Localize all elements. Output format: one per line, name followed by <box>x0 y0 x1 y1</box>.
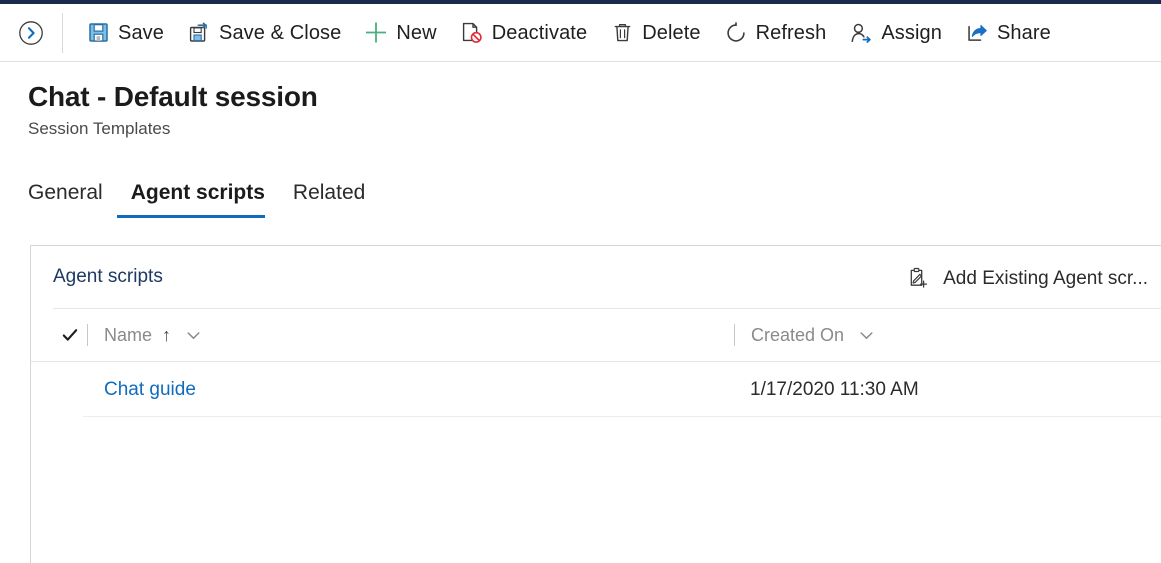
page-subtitle: Session Templates <box>28 119 171 138</box>
add-existing-agent-script-button[interactable]: Add Existing Agent scr... <box>901 260 1152 296</box>
save-button-label: Save <box>118 21 164 44</box>
grid-column-headers: Name ↑ Created On <box>31 309 1161 362</box>
page-title: Chat - Default session <box>28 81 318 112</box>
deactivate-button[interactable]: Deactivate <box>449 11 600 55</box>
delete-button-label: Delete <box>642 21 701 44</box>
tab-general[interactable]: General <box>28 180 117 218</box>
refresh-button-label: Refresh <box>755 21 827 44</box>
sort-ascending-icon: ↑ <box>162 325 172 345</box>
chevron-down-icon[interactable] <box>185 327 202 344</box>
save-and-close-button-label: Save & Close <box>219 21 342 44</box>
new-button-label: New <box>396 21 437 44</box>
chevron-right-circle-icon <box>19 20 43 45</box>
column-header-name-label: Name <box>104 325 153 345</box>
assign-user-icon <box>850 22 872 44</box>
page-header: Chat - Default session Session Templates <box>28 80 318 140</box>
subgrid-title: Agent scripts <box>53 266 163 287</box>
delete-button[interactable]: Delete <box>599 11 712 55</box>
command-bar-separator <box>62 12 63 53</box>
select-all-checkbox[interactable] <box>53 326 87 344</box>
refresh-icon <box>725 21 747 44</box>
share-button-label: Share <box>996 21 1051 44</box>
subgrid-header: Agent scripts Add Existing Agent scr... <box>31 246 1161 308</box>
command-bar: Save Save & Close New Deactivate Delete … <box>0 4 1161 62</box>
save-button[interactable]: Save <box>75 11 176 55</box>
trash-icon <box>611 22 633 44</box>
save-and-close-button[interactable]: Save & Close <box>176 11 353 55</box>
add-existing-agent-script-label: Add Existing Agent scr... <box>943 267 1148 289</box>
column-header-created-on[interactable]: Created On <box>735 326 875 344</box>
tab-related[interactable]: Related <box>279 180 379 218</box>
assign-button-label: Assign <box>881 21 942 44</box>
deactivate-icon <box>461 22 483 44</box>
chevron-down-icon[interactable] <box>858 327 875 344</box>
share-button[interactable]: Share <box>954 11 1063 55</box>
row-cell-created-on: 1/17/2020 11:30 AM <box>750 379 919 400</box>
row-cell-name: Chat guide <box>87 380 733 400</box>
form-tabs: General Agent scripts Related <box>28 180 379 218</box>
agent-script-link[interactable]: Chat guide <box>104 379 196 400</box>
save-and-close-icon <box>188 22 210 44</box>
record-form-page: Save Save & Close New Deactivate Delete … <box>0 0 1161 563</box>
agent-scripts-subgrid: Agent scripts Add Existing Agent scr... <box>30 245 1161 563</box>
expand-collapse-button[interactable] <box>10 12 52 54</box>
plus-icon <box>365 22 387 44</box>
checkmark-icon <box>62 329 78 341</box>
column-header-name[interactable]: Name ↑ <box>88 326 734 344</box>
add-existing-record-icon <box>907 267 929 289</box>
column-header-created-on-label: Created On <box>751 325 845 345</box>
share-icon <box>966 22 988 44</box>
tab-agent-scripts[interactable]: Agent scripts <box>116 180 279 218</box>
deactivate-button-label: Deactivate <box>491 21 588 44</box>
save-icon <box>87 22 109 44</box>
assign-button[interactable]: Assign <box>838 11 954 55</box>
table-row[interactable]: Chat guide 1/17/2020 11:30 AM <box>31 362 1161 417</box>
refresh-button[interactable]: Refresh <box>713 11 839 55</box>
new-button[interactable]: New <box>353 11 448 55</box>
grid-rows: Chat guide 1/17/2020 11:30 AM <box>31 362 1161 417</box>
